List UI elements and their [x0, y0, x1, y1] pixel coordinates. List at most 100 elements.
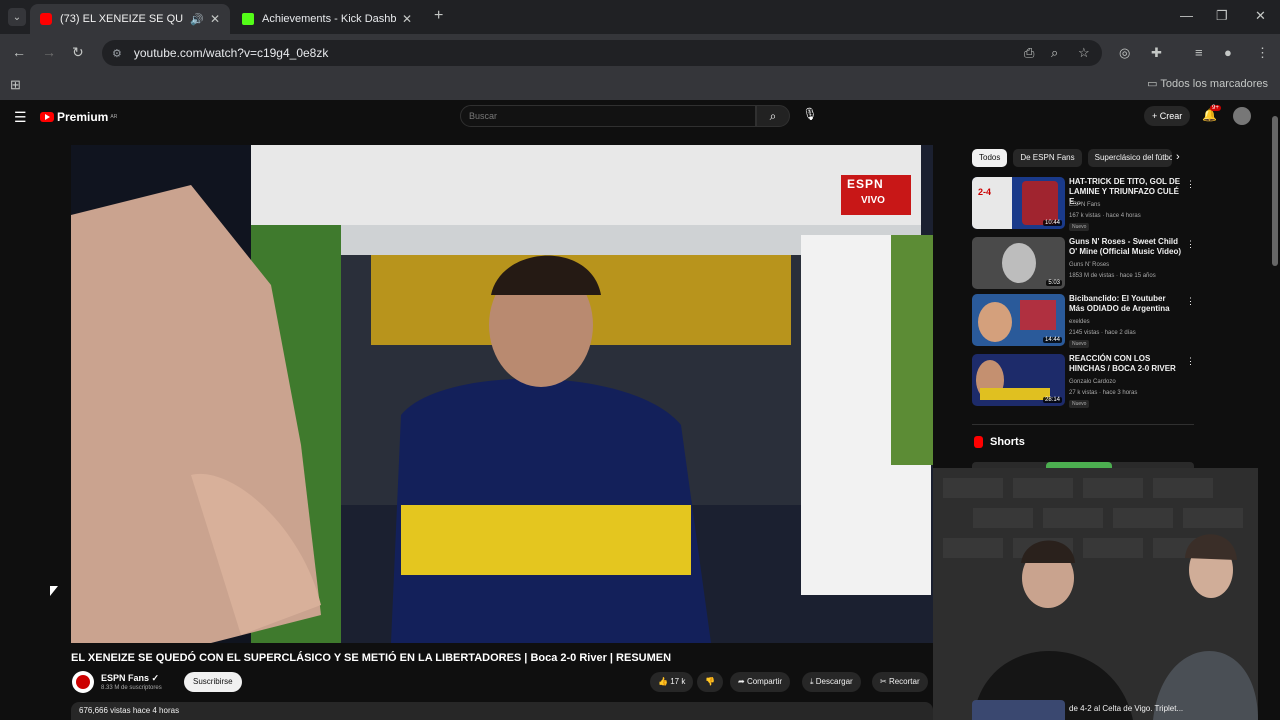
recommended-channel: exeldes [1069, 319, 1090, 325]
clip-button[interactable]: ✂ Recortar [872, 672, 928, 692]
video-thumbnail[interactable]: 14:44 [972, 294, 1065, 346]
folder-icon: ▭ [1147, 78, 1158, 90]
install-app-icon[interactable]: ⎙ [1024, 45, 1034, 61]
bookmark-star-icon[interactable]: ☆ [1078, 45, 1090, 61]
duration-badge: 28:14 [1042, 397, 1062, 403]
download-button[interactable]: ⤓ Descargar [802, 672, 861, 692]
new-tab-button[interactable]: + [434, 7, 443, 25]
video-thumbnail[interactable]: 2-4 10:44 [972, 177, 1065, 229]
close-tab-icon[interactable]: ✕ [402, 12, 412, 26]
more-options-icon[interactable]: ⋮ [1186, 239, 1195, 250]
tab-youtube[interactable]: (73) EL XENEIZE SE QUEDÓ 🔊 ✕ [30, 4, 230, 34]
share-icon: ➦ [738, 677, 745, 686]
recommended-video[interactable]: 14:44 Bicibanclido: El Youtuber Más ODIA… [972, 294, 1195, 348]
view-count: 676,666 vistas hace 4 horas [79, 706, 180, 715]
video-player[interactable]: ESPN VIVO [71, 145, 933, 643]
channel-avatar[interactable] [72, 671, 94, 693]
back-button[interactable]: ← [12, 44, 26, 60]
video-title: EL XENEIZE SE QUEDÓ CON EL SUPERCLÁSICO … [71, 652, 672, 664]
video-thumbnail[interactable]: 28:14 [972, 354, 1065, 406]
chevron-right-icon[interactable]: › [1176, 151, 1180, 163]
recommended-title: Guns N' Roses - Sweet Child O' Mine (Off… [1069, 237, 1181, 256]
recommended-video[interactable]: 2-4 10:44 HAT-TRICK DE TITO, GOL DE LAMI… [972, 177, 1195, 231]
dislike-button[interactable]: 👎 [697, 672, 723, 692]
divider [972, 424, 1194, 425]
recommended-title: de 4-2 al Celta de Vigo. Triplet... [1069, 704, 1184, 713]
restore-button[interactable]: ❐ [1216, 8, 1228, 24]
more-options-icon[interactable]: ⋮ [1186, 179, 1195, 190]
share-button[interactable]: ➦ Compartir [730, 672, 791, 692]
subscriber-count: 8.33 M de suscriptores [101, 685, 162, 691]
scrollbar-thumb[interactable] [1272, 116, 1278, 266]
close-tab-icon[interactable]: ✕ [210, 12, 220, 26]
subscribe-button[interactable]: Suscribirse [184, 672, 242, 692]
video-thumbnail[interactable]: 5:03 [972, 237, 1065, 289]
media-control-icon[interactable]: ≡ [1195, 45, 1203, 60]
search-input[interactable]: Buscar [460, 105, 756, 127]
recommended-channel: Guns N' Roses [1069, 262, 1110, 268]
video-frame [71, 145, 933, 643]
tab-title: (73) EL XENEIZE SE QUEDÓ [60, 13, 184, 25]
create-button[interactable]: + Crear [1144, 106, 1191, 126]
scissors-icon: ✂ [880, 677, 887, 686]
apps-grid-icon[interactable]: ⊞ [10, 77, 21, 93]
chip-topic[interactable]: Superclásico del fútbo [1087, 149, 1172, 167]
recommended-channel: ESPN Fans [1069, 202, 1101, 208]
address-bar[interactable]: ⚙ youtube.com/watch?v=c19g4_0e8zk [102, 40, 1102, 66]
microphone-icon[interactable]: 🎙 [800, 107, 820, 125]
recommended-meta: 2145 vistas · hace 2 días [1069, 330, 1136, 336]
youtube-premium-logo[interactable]: Premium AR [40, 110, 117, 124]
espn-watermark: ESPN [847, 177, 884, 191]
recommended-video[interactable]: 28:14 REACCIÓN CON LOS HINCHAS / BOCA 2-… [972, 354, 1195, 408]
chip-all[interactable]: Todos [972, 149, 1008, 167]
shorts-heading: Shorts [990, 436, 1025, 448]
like-button[interactable]: 👍 17 k [650, 672, 694, 692]
browser-tab-bar: ⌄ (73) EL XENEIZE SE QUEDÓ 🔊 ✕ Achieveme… [0, 0, 1280, 34]
site-info-icon[interactable]: ⚙ [112, 47, 122, 60]
more-options-icon[interactable]: ⋮ [1186, 356, 1195, 367]
bookmarks-bar [0, 72, 1280, 100]
account-avatar[interactable] [1233, 107, 1251, 125]
video-thumbnail[interactable] [972, 700, 1065, 720]
forward-button[interactable]: → [42, 44, 56, 60]
new-badge: Nuevo [1069, 400, 1090, 408]
zoom-icon[interactable]: ⌕ [1051, 45, 1058, 61]
mouse-cursor [50, 586, 58, 596]
recommended-video-partial[interactable]: de 4-2 al Celta de Vigo. Triplet... [972, 700, 1192, 720]
notifications-bell-icon[interactable]: 🔔 9+ [1202, 105, 1221, 122]
more-options-icon[interactable]: ⋮ [1186, 296, 1195, 307]
search-icon[interactable]: ⌕ [756, 105, 790, 127]
thumbs-down-icon: 👎 [705, 677, 715, 686]
tab-title: Achievements - Kick Dashboard [262, 13, 396, 25]
extensions-icon[interactable]: ✚ [1151, 45, 1162, 61]
channel-name[interactable]: ESPN Fans ✓ [101, 673, 159, 684]
tab-kick-dashboard[interactable]: Achievements - Kick Dashboard ✕ [232, 4, 422, 34]
close-window-button[interactable]: ✕ [1255, 8, 1266, 24]
webcam-frame [933, 468, 1258, 720]
kick-icon [242, 13, 254, 25]
chip-from-channel[interactable]: De ESPN Fans [1013, 149, 1082, 167]
speaker-icon[interactable]: 🔊 [190, 13, 204, 26]
verified-icon: ✓ [151, 673, 160, 683]
all-bookmarks-button[interactable]: ▭ Todos los marcadores [1147, 77, 1268, 90]
url-text: youtube.com/watch?v=c19g4_0e8zk [133, 46, 329, 60]
new-badge: Nuevo [1069, 340, 1090, 348]
incognito-icon[interactable]: ◎ [1119, 45, 1130, 61]
profile-icon[interactable]: ● [1224, 45, 1232, 60]
recommended-title: REACCIÓN CON LOS HINCHAS / BOCA 2-0 RIVE… [1069, 354, 1176, 373]
recommended-video[interactable]: 5:03 Guns N' Roses - Sweet Child O' Mine… [972, 237, 1195, 291]
minimize-button[interactable]: — [1180, 8, 1193, 23]
reload-button[interactable]: ↻ [72, 44, 84, 61]
recommended-meta: 1853 M de vistas · hace 15 años [1069, 273, 1156, 279]
recommended-meta: 27 k vistas · hace 3 horas [1069, 390, 1138, 396]
youtube-icon [40, 13, 52, 25]
recommended-meta: 167 k vistas · hace 4 horas [1069, 213, 1141, 219]
hamburger-menu-icon[interactable]: ☰ [14, 109, 27, 126]
video-description-box[interactable]: 676,666 vistas hace 4 horas [71, 702, 933, 720]
download-icon: ⤓ [810, 677, 814, 686]
youtube-play-icon [40, 112, 54, 122]
browser-menu-icon[interactable]: ⋮ [1256, 45, 1269, 61]
recommended-channel: Gonzalo Cardozo [1069, 379, 1116, 385]
tab-search-button[interactable]: ⌄ [8, 8, 26, 26]
duration-badge: 5:03 [1046, 280, 1062, 286]
